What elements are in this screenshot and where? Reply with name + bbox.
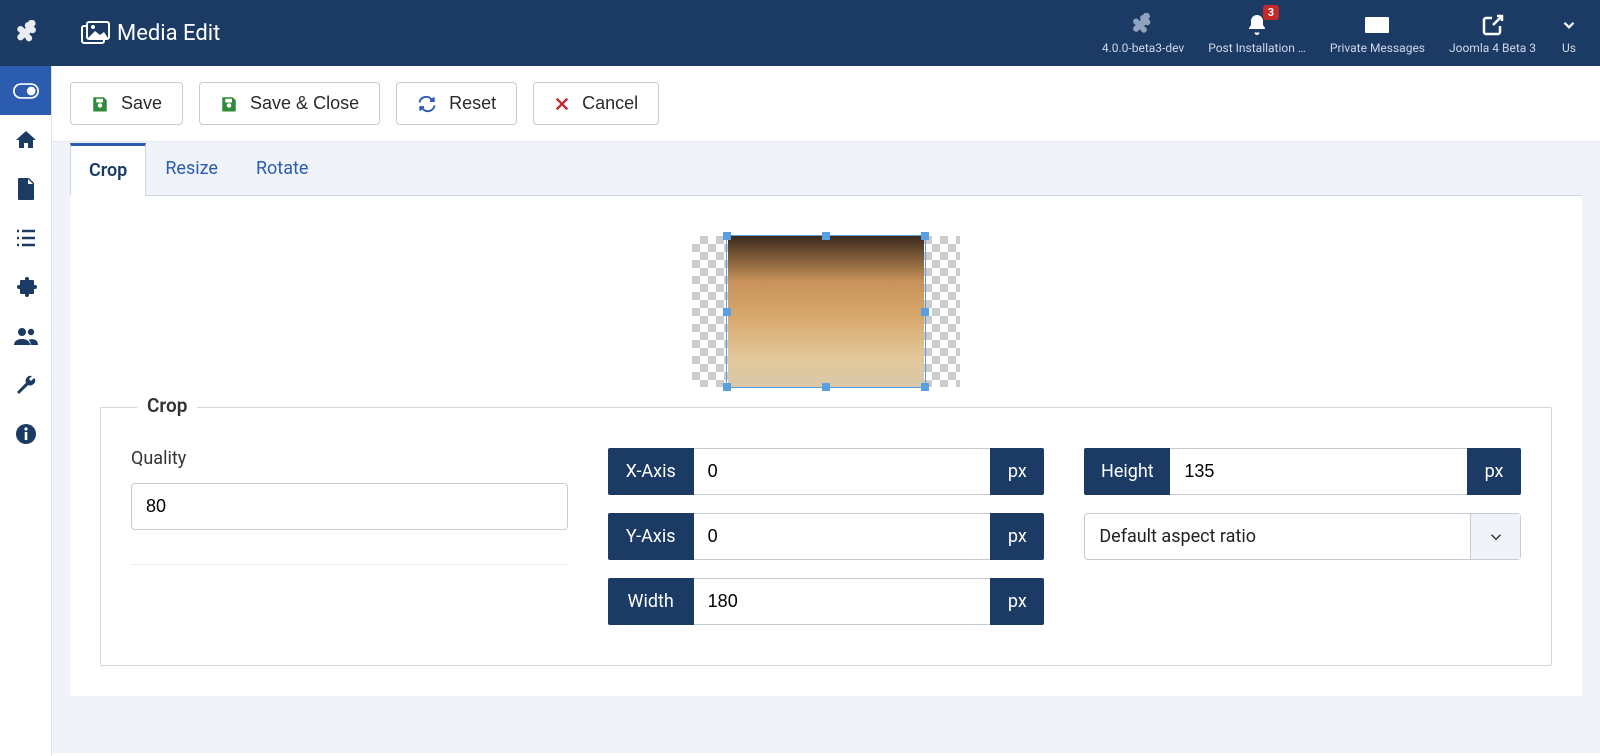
crop-handle-br[interactable] — [921, 383, 929, 391]
list-icon — [14, 228, 38, 248]
height-group: Height px — [1084, 448, 1521, 495]
toggle-icon — [13, 82, 39, 100]
height-input[interactable] — [1170, 448, 1467, 495]
save-label: Save — [121, 93, 162, 114]
header-site-link[interactable]: Joomla 4 Beta 3 — [1437, 0, 1548, 66]
image-preview[interactable] — [692, 236, 960, 387]
crop-handle-tl[interactable] — [723, 232, 731, 240]
sidebar-components[interactable] — [0, 262, 51, 311]
chevron-down-icon — [1470, 514, 1520, 559]
refresh-icon — [417, 95, 437, 113]
sidebar-content[interactable] — [0, 164, 51, 213]
crop-handle-tr[interactable] — [921, 232, 929, 240]
crop-handle-tm[interactable] — [822, 232, 830, 240]
external-icon — [1481, 11, 1505, 39]
header-user-label: Us — [1562, 41, 1576, 55]
height-unit: px — [1467, 448, 1521, 495]
cancel-button[interactable]: Cancel — [533, 82, 659, 125]
header-post-install[interactable]: 3 Post Installation … — [1196, 0, 1318, 66]
sidebar-system[interactable] — [0, 360, 51, 409]
chevron-down-icon — [1560, 11, 1578, 39]
crop-handle-bl[interactable] — [723, 383, 731, 391]
x-axis-group: X-Axis px — [608, 448, 1045, 495]
cancel-label: Cancel — [582, 93, 638, 114]
header-post-install-label: Post Installation … — [1208, 41, 1306, 55]
save-icon — [220, 95, 238, 113]
quality-input[interactable] — [131, 483, 568, 530]
crop-selection[interactable] — [726, 235, 926, 388]
aspect-ratio-value: Default aspect ratio — [1085, 514, 1470, 559]
tabs: Crop Resize Rotate — [70, 142, 1582, 196]
x-axis-input[interactable] — [694, 448, 991, 495]
media-icon — [81, 21, 111, 45]
header-private-messages-label: Private Messages — [1330, 41, 1425, 55]
bell-icon: 3 — [1245, 11, 1269, 39]
wrench-icon — [14, 373, 38, 397]
sidebar-users[interactable] — [0, 311, 51, 360]
toolbar: Save Save & Close Reset Cancel — [52, 66, 1600, 142]
divider — [131, 564, 568, 565]
save-close-label: Save & Close — [250, 93, 359, 114]
x-axis-unit: px — [990, 448, 1044, 495]
header-right-menu: 4.0.0-beta3-dev 3 Post Installation … Pr… — [1090, 0, 1590, 66]
y-axis-group: Y-Axis px — [608, 513, 1045, 560]
header-bar: Media Edit 4.0.0-beta3-dev 3 Post Instal… — [0, 0, 1600, 66]
aspect-ratio-select[interactable]: Default aspect ratio — [1084, 513, 1521, 560]
crop-legend: Crop — [137, 394, 197, 417]
y-axis-unit: px — [990, 513, 1044, 560]
joomla-icon — [1131, 11, 1155, 39]
header-site-label: Joomla 4 Beta 3 — [1449, 41, 1536, 55]
crop-panel: Crop Quality X-Axis px Y-A — [70, 196, 1582, 696]
crop-handle-bm[interactable] — [822, 383, 830, 391]
width-unit: px — [990, 578, 1044, 625]
sidebar-home[interactable] — [0, 115, 51, 164]
notification-badge: 3 — [1263, 5, 1279, 20]
envelope-icon — [1364, 11, 1390, 39]
puzzle-icon — [14, 275, 38, 299]
height-label: Height — [1084, 448, 1170, 495]
width-group: Width px — [608, 578, 1045, 625]
reset-label: Reset — [449, 93, 496, 114]
page-title: Media Edit — [81, 21, 220, 46]
crop-fieldset: Crop Quality X-Axis px Y-A — [100, 407, 1552, 666]
save-icon — [91, 95, 109, 113]
sidebar-menus[interactable] — [0, 213, 51, 262]
header-version-label: 4.0.0-beta3-dev — [1102, 41, 1184, 55]
crop-handle-mr[interactable] — [921, 308, 929, 316]
reset-button[interactable]: Reset — [396, 82, 517, 125]
sidebar-help[interactable] — [0, 409, 51, 458]
image-preview-container — [100, 236, 1552, 387]
users-icon — [13, 326, 39, 346]
quality-label: Quality — [131, 448, 568, 469]
sidebar — [0, 66, 52, 756]
tab-crop[interactable]: Crop — [70, 143, 146, 196]
x-axis-label: X-Axis — [608, 448, 694, 495]
save-button[interactable]: Save — [70, 82, 183, 125]
header-user-menu[interactable]: Us — [1548, 0, 1590, 66]
content-area: Crop Resize Rotate Crop — [52, 142, 1600, 753]
width-input[interactable] — [694, 578, 991, 625]
crop-handle-ml[interactable] — [723, 308, 731, 316]
save-close-button[interactable]: Save & Close — [199, 82, 380, 125]
tab-rotate[interactable]: Rotate — [237, 143, 327, 196]
page-title-text: Media Edit — [117, 21, 220, 46]
width-label: Width — [608, 578, 694, 625]
header-version[interactable]: 4.0.0-beta3-dev — [1090, 0, 1196, 66]
header-private-messages[interactable]: Private Messages — [1318, 0, 1437, 66]
tab-resize[interactable]: Resize — [146, 143, 237, 196]
joomla-logo-icon[interactable] — [15, 20, 41, 46]
info-icon — [15, 423, 37, 445]
sidebar-toggle[interactable] — [0, 66, 51, 115]
close-icon — [554, 96, 570, 112]
y-axis-input[interactable] — [694, 513, 991, 560]
home-icon — [14, 128, 38, 152]
file-icon — [16, 177, 36, 201]
y-axis-label: Y-Axis — [608, 513, 694, 560]
